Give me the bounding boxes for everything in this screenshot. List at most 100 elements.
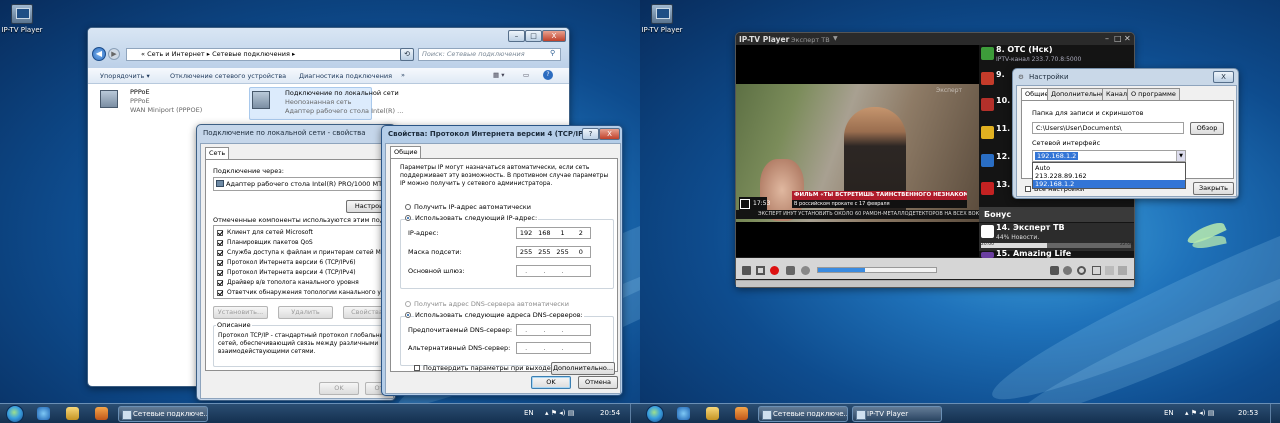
- preferred-dns-field[interactable]: ...: [516, 324, 591, 336]
- clock[interactable]: 20:54: [600, 404, 620, 423]
- taskbar-task[interactable]: Сетевые подключе...: [118, 406, 208, 422]
- tab-advanced[interactable]: Дополнительно: [1047, 88, 1109, 100]
- forward-arrow-icon[interactable]: ▶: [108, 48, 120, 60]
- playlist-icon[interactable]: [1105, 266, 1114, 275]
- ip-address-field[interactable]: 192 168 1 2: [516, 227, 591, 239]
- address-bar[interactable]: « Сеть и Интернет ▸ Сетевые подключения …: [126, 48, 413, 61]
- interface-select[interactable]: 192.168.1.2: [1032, 150, 1186, 162]
- advanced-button[interactable]: Дополнительно...: [551, 362, 615, 375]
- list-item[interactable]: Протокол Интернета версии 6 (TCP/IPv6): [217, 258, 387, 268]
- stop-icon[interactable]: [756, 266, 765, 275]
- more-commands-button[interactable]: »: [401, 71, 405, 79]
- folder-input[interactable]: C:\Users\User\Documents\: [1032, 122, 1184, 134]
- component-checkbox[interactable]: [217, 280, 223, 286]
- connection-item-pppoe[interactable]: PPPoE PPPoE WAN Miniport (PPPOE): [98, 88, 240, 120]
- taskbar-task-active[interactable]: IP-TV Player: [852, 406, 942, 422]
- pause-icon[interactable]: [742, 266, 751, 275]
- auto-ip-radio[interactable]: [405, 204, 411, 210]
- start-button[interactable]: [6, 405, 24, 423]
- chevron-down-icon[interactable]: ▼: [833, 35, 838, 42]
- record-icon[interactable]: [770, 266, 779, 275]
- list-view-icon[interactable]: [1118, 266, 1127, 275]
- component-checkbox[interactable]: [217, 230, 223, 236]
- language-indicator[interactable]: EN: [524, 404, 534, 423]
- manual-ip-radio[interactable]: [405, 215, 411, 221]
- maximize-button[interactable]: □: [525, 30, 542, 42]
- alternate-dns-field[interactable]: ...: [516, 342, 591, 354]
- close-button[interactable]: X: [1213, 71, 1234, 83]
- list-item[interactable]: Ответчик обнаружения топологии канальног…: [217, 288, 387, 298]
- auto-dns-radio[interactable]: [405, 301, 411, 307]
- install-button[interactable]: Установить...: [213, 306, 268, 319]
- minimize-button[interactable]: –: [1105, 34, 1109, 43]
- show-desktop-button[interactable]: [630, 404, 640, 423]
- address-part[interactable]: Сетевые подключения: [212, 50, 290, 58]
- network-tray-icon[interactable]: ▴ ⚑ ◂) ▤: [1185, 404, 1214, 423]
- folder-icon[interactable]: [706, 407, 719, 420]
- ok-button[interactable]: OK: [531, 376, 571, 389]
- show-desktop-button[interactable]: [1270, 404, 1280, 423]
- component-checkbox[interactable]: [217, 290, 223, 296]
- all-settings-checkbox[interactable]: [1025, 186, 1031, 192]
- gateway-field[interactable]: ...: [516, 265, 591, 277]
- disable-device-button[interactable]: Отключение сетевого устройства: [170, 72, 286, 80]
- refresh-icon[interactable]: ⟲: [400, 48, 414, 61]
- maximize-button[interactable]: □: [1114, 34, 1122, 43]
- minimize-button[interactable]: –: [508, 30, 525, 42]
- close-button[interactable]: X: [599, 128, 620, 140]
- preview-pane-icon[interactable]: ▭: [523, 71, 529, 79]
- component-checkbox[interactable]: [217, 250, 223, 256]
- component-checkbox[interactable]: [217, 260, 223, 266]
- player-scrollbar[interactable]: [736, 280, 1134, 287]
- help-button[interactable]: ?: [582, 128, 599, 140]
- channel-item[interactable]: 15. Amazing Life: [979, 250, 1134, 258]
- screenshot-icon[interactable]: [786, 266, 795, 275]
- organize-button[interactable]: Упорядочить ▾: [100, 72, 150, 80]
- component-checkbox[interactable]: [217, 270, 223, 276]
- dropdown-option[interactable]: Auto: [1035, 164, 1050, 172]
- camera-icon[interactable]: [1050, 266, 1059, 275]
- close-button[interactable]: X: [542, 30, 566, 42]
- start-button[interactable]: [646, 405, 664, 423]
- tab-general[interactable]: Общие: [390, 146, 422, 158]
- tab-network[interactable]: Сеть: [205, 147, 230, 159]
- list-item[interactable]: Протокол Интернета версии 4 (TCP/IPv4): [217, 268, 387, 278]
- media-player-icon[interactable]: [735, 407, 748, 420]
- manual-dns-radio[interactable]: [405, 312, 411, 318]
- ie-icon[interactable]: [677, 407, 690, 420]
- channel-item-current[interactable]: 14. Эксперт ТВ 44% Новости. 20:00 22:00: [979, 223, 1134, 251]
- list-item[interactable]: Клиент для сетей Microsoft: [217, 228, 387, 238]
- network-tray-icon[interactable]: ▴ ⚑ ◂) ▤: [545, 404, 574, 423]
- chevron-down-icon[interactable]: ▼: [1176, 151, 1185, 161]
- clock[interactable]: 20:53: [1238, 404, 1258, 423]
- ok-button[interactable]: OK: [319, 382, 359, 395]
- close-button[interactable]: ✕: [1124, 34, 1131, 43]
- list-item[interactable]: Служба доступа к файлам и принтерам сете…: [217, 248, 387, 258]
- remove-button[interactable]: Удалить: [278, 306, 333, 319]
- fullscreen-icon[interactable]: [1092, 266, 1101, 275]
- dropdown-option-highlighted[interactable]: 192.168.1.2: [1035, 180, 1074, 188]
- diagnose-button[interactable]: Диагностика подключения: [299, 72, 392, 80]
- list-item[interactable]: Планировщик пакетов QoS: [217, 238, 387, 248]
- help-icon[interactable]: ?: [543, 70, 553, 80]
- list-item[interactable]: Драйвер в/в тополога канального уровня: [217, 278, 387, 288]
- browse-button[interactable]: Обзор: [1190, 122, 1224, 135]
- connection-item-lan[interactable]: Подключение по локальной сети Неопознанн…: [249, 87, 403, 120]
- back-arrow-icon[interactable]: ◀: [92, 47, 106, 61]
- media-player-icon[interactable]: [95, 407, 108, 420]
- view-options-icon[interactable]: ▦ ▾: [493, 71, 504, 79]
- search-input[interactable]: Поиск: Сетевые подключения: [418, 48, 561, 61]
- ie-icon[interactable]: [37, 407, 50, 420]
- dropdown-option[interactable]: 213.228.89.162: [1035, 172, 1087, 180]
- gear-icon[interactable]: [1063, 266, 1072, 275]
- player-channel-title[interactable]: Эксперт ТВ: [791, 36, 830, 44]
- tab-about[interactable]: О программе: [1127, 88, 1180, 100]
- mute-icon[interactable]: [801, 266, 810, 275]
- address-part[interactable]: Сеть и Интернет: [147, 50, 205, 58]
- language-indicator[interactable]: EN: [1164, 404, 1174, 423]
- volume-slider[interactable]: [817, 267, 937, 273]
- component-checkbox[interactable]: [217, 240, 223, 246]
- subnet-mask-field[interactable]: 255 255 255 0: [516, 246, 591, 258]
- cancel-button[interactable]: Отмена: [578, 376, 618, 389]
- taskbar-task[interactable]: Сетевые подключе...: [758, 406, 848, 422]
